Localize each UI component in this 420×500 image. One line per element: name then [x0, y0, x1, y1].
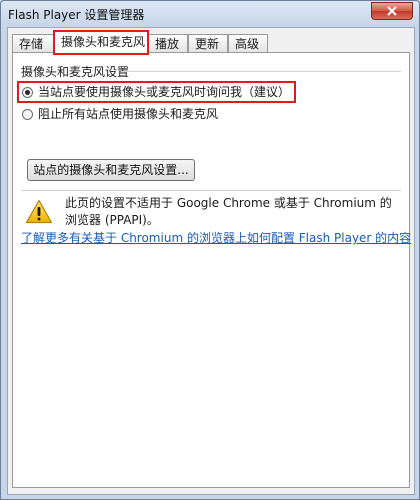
- tab-panel: 摄像头和麦克风设置 当站点要使用摄像头或麦克风时询问我（建议） 阻止所有站点使用…: [12, 52, 411, 488]
- settings-window: Flash Player 设置管理器 存储 摄像头和麦克风 播放 更新 高级 摄…: [0, 0, 420, 500]
- close-icon: [387, 6, 397, 16]
- tab-strip: 存储 摄像头和麦克风 播放 更新 高级: [12, 30, 410, 55]
- option-ask-label: 当站点要使用摄像头或麦克风时询问我（建议）: [38, 85, 291, 99]
- warning-icon: [25, 199, 53, 224]
- section-header: 摄像头和麦克风设置: [21, 63, 401, 79]
- client-area: 存储 摄像头和麦克风 播放 更新 高级 摄像头和麦克风设置 当站点要使用摄像头或…: [7, 27, 415, 495]
- radio-ask-selected[interactable]: [22, 87, 33, 98]
- divider: [21, 190, 401, 191]
- chrome-notice: 此页的设置不适用于 Google Chrome 或基于 Chromium 的浏览…: [65, 196, 392, 227]
- tab-updates[interactable]: 更新: [188, 34, 228, 52]
- option-block[interactable]: 阻止所有站点使用摄像头和麦克风: [19, 105, 218, 123]
- window-title: Flash Player 设置管理器: [8, 8, 145, 22]
- tab-advanced[interactable]: 高级: [228, 34, 268, 52]
- site-camera-mic-settings-button[interactable]: 站点的摄像头和麦克风设置...: [27, 159, 195, 181]
- chromium-help-link[interactable]: 了解更多有关基于 Chromium 的浏览器上如何配置 Flash Player…: [21, 229, 411, 246]
- radio-block[interactable]: [22, 109, 33, 120]
- section-rule: [121, 71, 401, 72]
- tab-camera-microphone[interactable]: 摄像头和麦克风: [53, 30, 149, 55]
- close-button[interactable]: [371, 2, 413, 20]
- tab-playback[interactable]: 播放: [148, 34, 188, 52]
- option-block-label: 阻止所有站点使用摄像头和麦克风: [38, 107, 219, 121]
- tab-storage[interactable]: 存储: [12, 34, 54, 52]
- title-bar[interactable]: Flash Player 设置管理器: [1, 1, 419, 25]
- section-title: 摄像头和麦克风设置: [21, 65, 130, 79]
- option-ask[interactable]: 当站点要使用摄像头或麦克风时询问我（建议）: [16, 81, 297, 103]
